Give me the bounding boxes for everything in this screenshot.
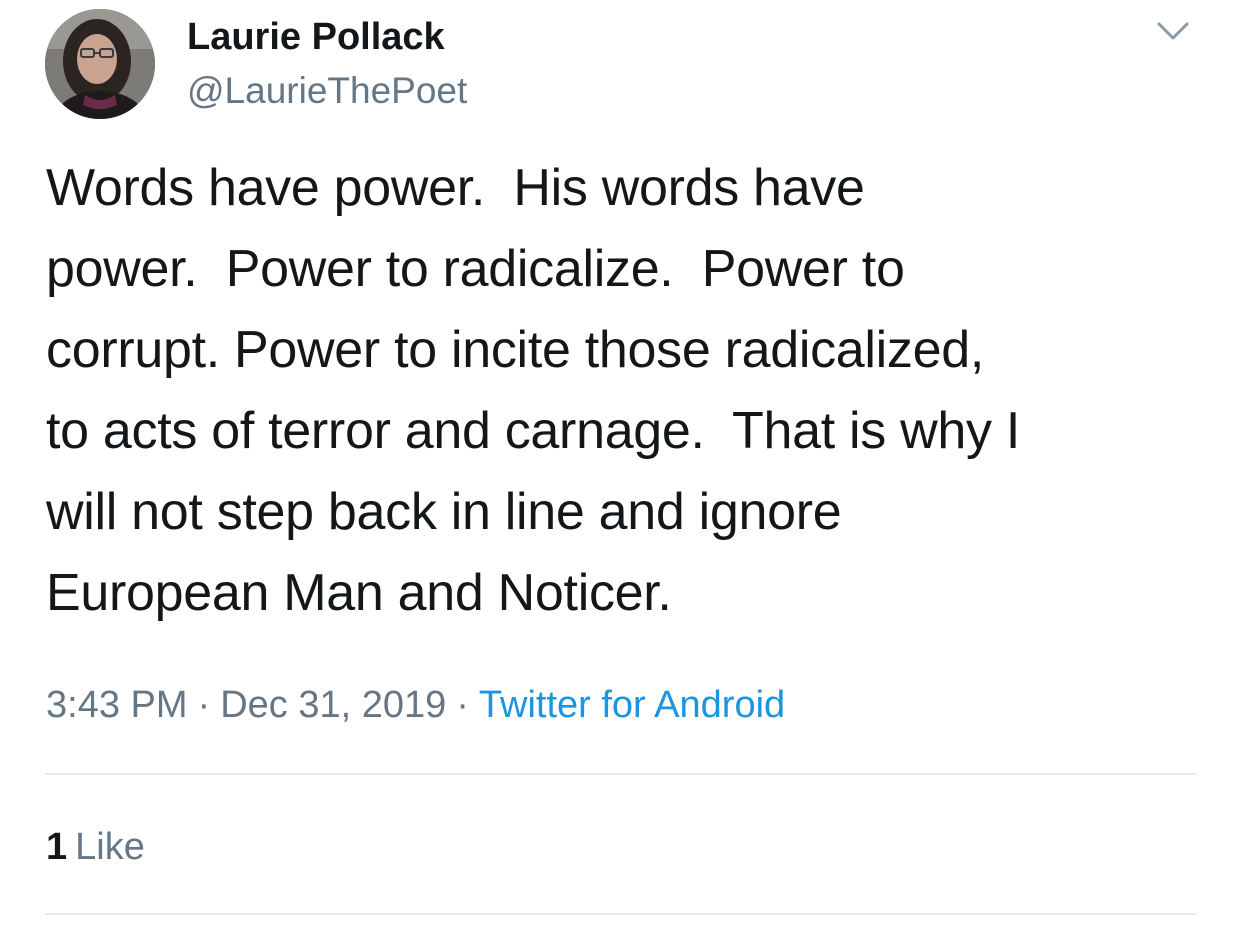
divider xyxy=(45,773,1197,775)
tweet-source-link[interactable]: Twitter for Android xyxy=(479,684,785,726)
meta-separator: · xyxy=(456,684,469,726)
tweet-date[interactable]: Dec 31, 2019 xyxy=(220,684,446,726)
avatar[interactable] xyxy=(45,9,155,119)
user-handle[interactable]: @LaurieThePoet xyxy=(187,68,467,114)
tweet-line: to acts of terror and carnage. That is w… xyxy=(46,402,1021,460)
chevron-down-icon[interactable] xyxy=(1150,14,1196,50)
profile-photo-icon xyxy=(45,9,155,119)
tweet-meta: 3:43 PM · Dec 31, 2019 · Twitter for Android xyxy=(46,680,785,730)
tweet-time[interactable]: 3:43 PM xyxy=(46,684,188,726)
likes-stat[interactable]: 1 Like xyxy=(46,822,145,872)
likes-count: 1 xyxy=(46,826,68,868)
divider xyxy=(45,913,1197,915)
meta-separator: · xyxy=(197,684,211,726)
tweet-line: Words have power. His words have xyxy=(46,159,865,217)
tweet-text: Words have power. His words have power. P… xyxy=(46,148,1216,634)
likes-label: Like xyxy=(75,826,145,868)
tweet-line: corrupt. Power to incite those radicaliz… xyxy=(46,321,985,379)
tweet-card: Laurie Pollack @LaurieThePoet Words have… xyxy=(0,0,1242,928)
display-name[interactable]: Laurie Pollack xyxy=(187,14,445,60)
tweet-line: European Man and Noticer. xyxy=(46,564,672,622)
tweet-line: will not step back in line and ignore xyxy=(46,483,842,541)
tweet-line: power. Power to radicalize. Power to xyxy=(46,240,905,298)
